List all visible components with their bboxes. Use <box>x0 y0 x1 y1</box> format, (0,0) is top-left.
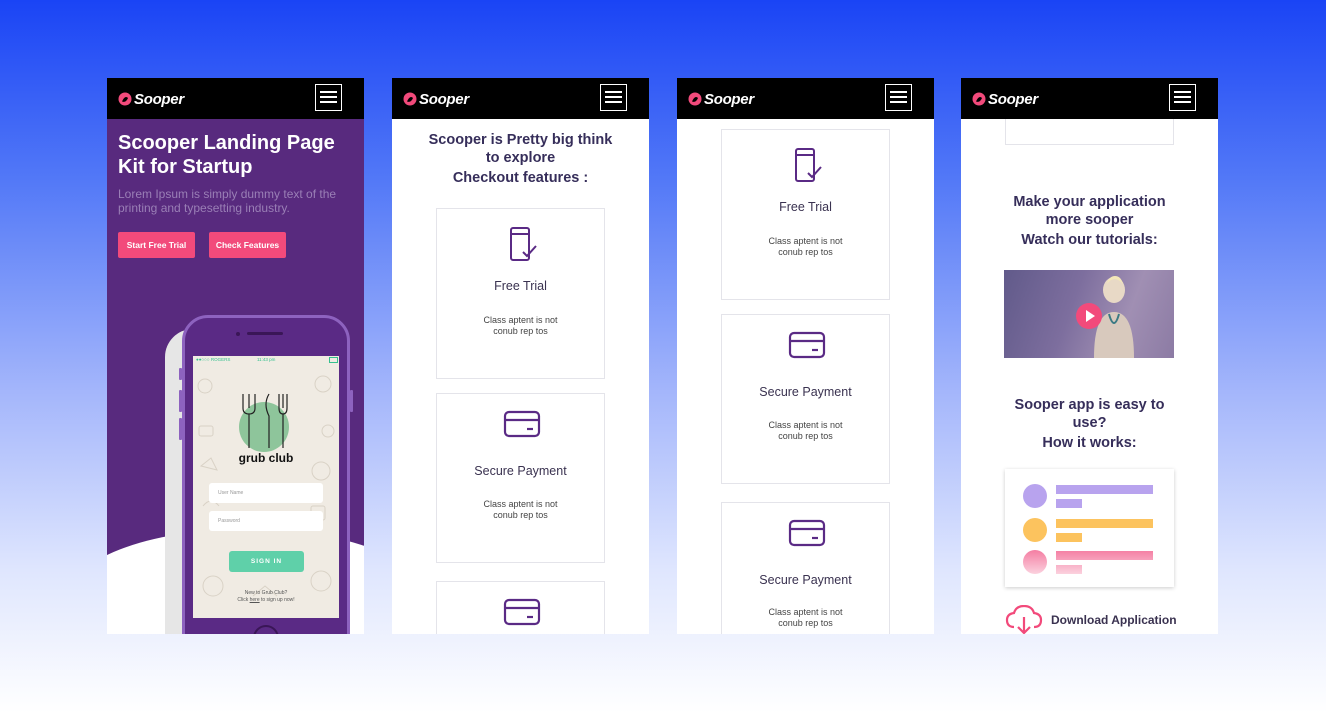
note-text: Click <box>237 597 250 603</box>
hero-subtitle: Lorem Ipsum is simply dummy text of the … <box>118 187 337 215</box>
how-it-works-card <box>1005 469 1174 587</box>
screen-features-scrolled: Sooper Free Trial Class aptent is not co… <box>677 78 934 634</box>
how-heading-line3: How it works: <box>1042 435 1137 451</box>
card-text: conub rep tos <box>778 431 833 441</box>
tutorial-heading-line3: Watch our tutorials: <box>1021 232 1158 248</box>
top-bar: Sooper <box>961 78 1218 119</box>
how-heading-line2: use? <box>1072 415 1107 431</box>
logo[interactable]: Sooper <box>688 90 754 108</box>
carrier-text: ●●○○○ ROGERS <box>196 357 231 362</box>
phone-side-button <box>179 418 182 440</box>
card-text: Class aptent is not <box>768 607 843 617</box>
logo-mark-icon <box>972 92 986 106</box>
tutorial-video[interactable] <box>1004 270 1174 358</box>
logo-text: Sooper <box>134 90 184 108</box>
card-text: Class aptent is not <box>768 236 843 246</box>
card-text: conub rep tos <box>493 510 548 520</box>
logo-mark-icon <box>403 92 417 106</box>
logo-text: Sooper <box>988 90 1038 108</box>
feature-card-free-trial[interactable]: Free Trial Class aptent is not conub rep… <box>436 208 605 379</box>
phone-side-button <box>179 390 182 412</box>
tutorial-heading-line1: Make your application <box>1013 194 1166 210</box>
mobile-check-icon <box>795 148 822 182</box>
credit-card-icon <box>503 598 541 626</box>
screen-tutorials: Sooper Make your application more sooper… <box>961 78 1218 634</box>
hamburger-menu-icon[interactable] <box>885 84 912 111</box>
logo-mark-icon <box>688 92 702 106</box>
credit-card-icon <box>503 410 541 438</box>
logo[interactable]: Sooper <box>403 90 469 108</box>
time-text: 11:43 pm <box>257 357 276 362</box>
cloud-download-icon[interactable] <box>1005 605 1043 634</box>
top-bar: Sooper <box>677 78 934 119</box>
card-text: Class aptent is not <box>768 420 843 430</box>
logo[interactable]: Sooper <box>972 90 1038 108</box>
card-title: Secure Payment <box>759 385 852 399</box>
status-bar: ●●○○○ ROGERS 11:43 pm <box>193 356 339 364</box>
features-heading-line1: Scooper is Pretty big think <box>428 132 613 148</box>
mobile-check-icon <box>510 227 537 261</box>
hamburger-menu-icon[interactable] <box>600 84 627 111</box>
card-text: Class aptent is not <box>483 499 558 509</box>
feature-card-secure-payment[interactable]: Secure Payment Class aptent is not conub… <box>721 314 890 484</box>
card-title: Secure Payment <box>759 573 852 587</box>
speaker-icon <box>247 332 283 335</box>
home-button <box>253 625 279 634</box>
how-heading-line1: Sooper app is easy to <box>1014 397 1165 413</box>
steps-illustration <box>1005 484 1174 587</box>
card-title: Secure Payment <box>474 464 567 478</box>
hero-title: Scooper Landing Page Kit for Startup <box>118 132 335 178</box>
password-field[interactable]: Password <box>209 511 323 531</box>
username-field[interactable]: User Name <box>209 483 323 503</box>
fork-knife-icon <box>242 393 288 448</box>
top-bar: Sooper <box>392 78 649 119</box>
logo[interactable]: Sooper <box>118 90 184 108</box>
card-text: Class aptent is not <box>483 315 558 325</box>
feature-card-secure-payment[interactable]: Secure Payment Class aptent is not conub… <box>721 502 890 634</box>
features-heading-line2: to explore <box>485 150 556 166</box>
card-text: conub rep tos <box>778 618 833 628</box>
app-name: grub club <box>238 451 294 465</box>
phone-side-button <box>350 390 353 412</box>
screen-features: Sooper Scooper is Pretty big think to ex… <box>392 78 649 634</box>
play-button-icon[interactable] <box>1076 303 1102 329</box>
sign-in-button[interactable]: SIGN IN <box>229 551 304 572</box>
card-text: conub rep tos <box>778 247 833 257</box>
signup-note-line2: Click here to sign up now! <box>193 597 339 603</box>
logo-text: Sooper <box>419 90 469 108</box>
credit-card-icon <box>788 519 826 547</box>
phone-mockup: ●●○○○ ROGERS 11:43 pm grub club User Nam… <box>179 315 353 634</box>
signup-link[interactable]: here <box>250 597 260 603</box>
tutorial-heading-line2: more sooper <box>1045 212 1134 228</box>
card-title: Free Trial <box>494 279 547 293</box>
top-bar: Sooper <box>107 78 364 119</box>
card-title: Free Trial <box>779 200 832 214</box>
start-free-trial-button[interactable]: Start Free Trial <box>118 232 195 258</box>
feature-card-free-trial[interactable]: Free Trial Class aptent is not conub rep… <box>721 129 890 300</box>
feature-card-secure-payment[interactable]: Secure Payment Class aptent is not conub… <box>436 393 605 563</box>
credit-card-icon <box>788 331 826 359</box>
check-features-button[interactable]: Check Features <box>209 232 286 258</box>
phone-screen: ●●○○○ ROGERS 11:43 pm grub club User Nam… <box>193 356 339 618</box>
hamburger-menu-icon[interactable] <box>1169 84 1196 111</box>
feature-card[interactable] <box>436 581 605 634</box>
logo-mark-icon <box>118 92 132 106</box>
phone-side-button <box>179 368 182 380</box>
features-heading-line3: Checkout features : <box>452 170 589 186</box>
signup-note-line1: New to Grub Club? <box>244 590 288 596</box>
note-text: to sign up now! <box>259 597 295 603</box>
download-application-link[interactable]: Download Application <box>1051 613 1177 627</box>
screen-hero: Sooper Scooper Landing Page Kit for Star… <box>107 78 364 634</box>
logo-text: Sooper <box>704 90 754 108</box>
battery-icon <box>329 357 338 363</box>
hero-section: Scooper Landing Page Kit for Startup Lor… <box>107 119 364 634</box>
hamburger-menu-icon[interactable] <box>315 84 342 111</box>
camera-icon <box>236 332 240 336</box>
card-text: conub rep tos <box>493 326 548 336</box>
